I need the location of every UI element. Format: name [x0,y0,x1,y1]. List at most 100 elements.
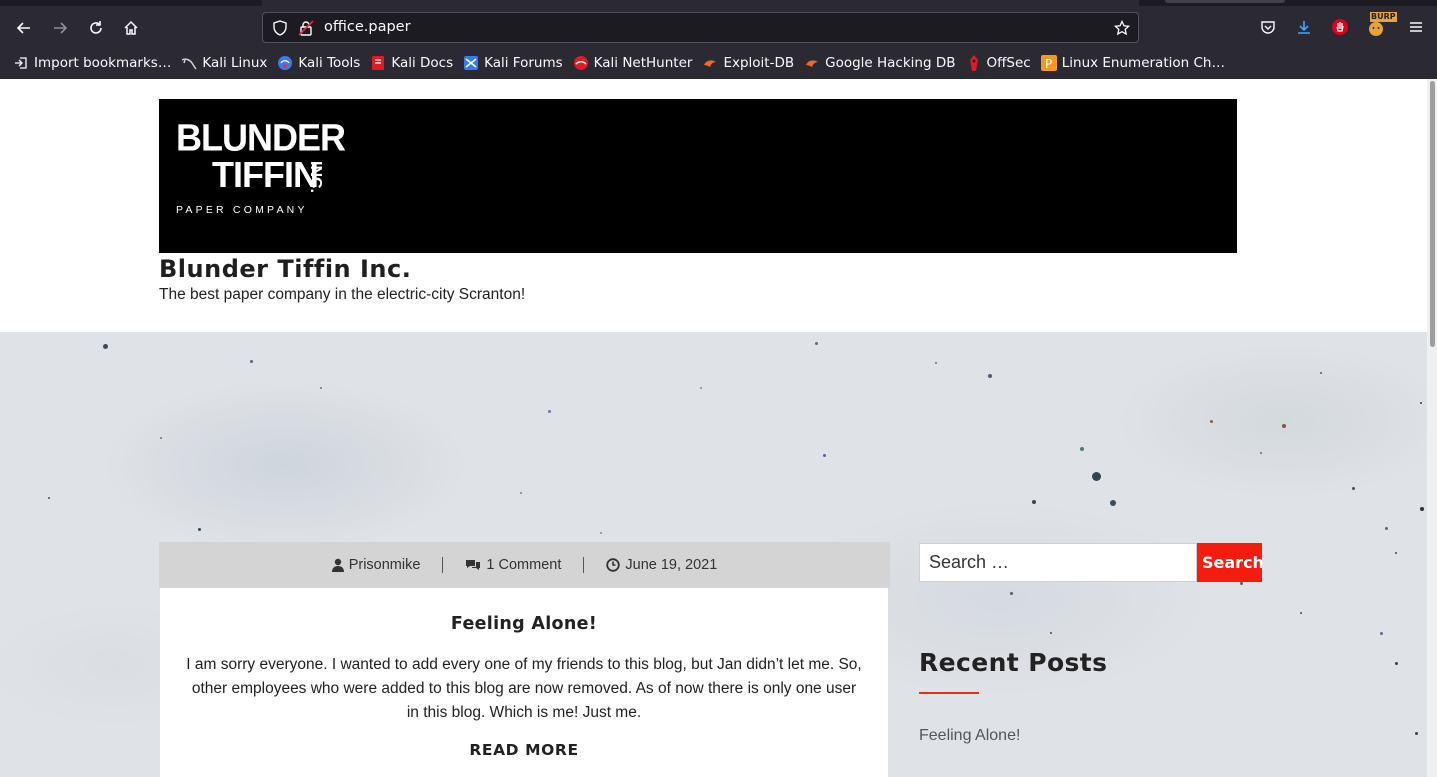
paper-speck [1092,472,1101,481]
pocket-button[interactable] [1256,15,1280,39]
widget-title-underline [919,692,979,694]
linux-enum-icon: P [1040,55,1057,71]
paper-speck [1032,500,1036,504]
paper-speck [1080,447,1084,451]
back-button[interactable] [10,14,38,42]
shield-icon[interactable] [271,19,289,37]
paper-speck [935,362,937,364]
search-field[interactable] [919,543,1197,582]
user-icon [331,558,344,572]
exploit-db-icon [702,55,718,71]
paper-speck [1010,592,1013,595]
bookmark-kali-forums[interactable]: Kali Forums [458,51,568,75]
post-author[interactable]: Prisonmike [310,557,443,573]
paper-speck [600,532,602,534]
page-scrollbar[interactable] [1427,79,1437,777]
paper-speck [198,528,201,531]
paper-speck [988,374,992,378]
bookmark-label: Linux Enumeration Ch… [1061,55,1225,71]
extension-button[interactable] [1328,15,1352,39]
active-tab-edge [262,0,1139,6]
browser-toolbar: office.paper BURP Import bookmarks… Kali… [0,0,1437,79]
bookmark-import[interactable]: Import bookmarks… [8,51,176,75]
post-card: Feeling Alone! I am sorry everyone. I wa… [160,588,888,777]
kali-dragon-icon [181,55,197,71]
paper-speck [160,437,162,439]
pocket-icon [1261,21,1275,34]
home-button[interactable] [117,14,145,42]
scrollbar-thumb[interactable] [1430,81,1435,347]
search-button[interactable]: Search [1197,543,1262,582]
reload-button[interactable] [82,14,110,42]
paper-speck [320,387,322,389]
bookmark-label: Exploit-DB [723,55,795,71]
bookmark-label: Kali Docs [391,55,454,71]
site-logo[interactable]: BLUNDER TIFFIN INC. PAPER COMPANY [175,116,350,217]
kali-forums-icon [463,55,479,71]
search-input[interactable] [929,552,1189,573]
paper-speck [1420,507,1424,511]
post-comments-count: 1 Comment [486,557,562,573]
paper-speck [1240,582,1243,585]
post-date[interactable]: June 19, 2021 [584,557,739,573]
logo-tagline: PAPER COMPANY [176,204,308,216]
downloads-button[interactable] [1292,15,1316,39]
paper-speck [1395,552,1397,554]
bookmark-google-hacking-db[interactable]: Google Hacking DB [799,51,960,75]
recent-posts-title: Recent Posts [919,648,1108,677]
paper-speck [1420,402,1422,404]
kali-docs-icon [370,55,386,71]
url-bar[interactable]: office.paper [262,12,1139,43]
recent-post-link[interactable]: Feeling Alone! [919,727,1020,745]
bookmark-kali-docs[interactable]: Kali Docs [365,51,458,75]
paper-speck [1110,500,1116,506]
bookmark-exploit-db[interactable]: Exploit-DB [697,51,799,75]
bookmark-offsec[interactable]: OffSec [961,51,1036,75]
burp-badge: BURP [1370,12,1397,22]
header-banner[interactable]: BLUNDER TIFFIN INC. PAPER COMPANY [159,99,1237,253]
paper-speck [1395,662,1398,665]
paper-speck [548,410,551,413]
tab-strip [0,0,1437,6]
paper-speck [520,492,522,494]
hamburger-menu-icon [1410,22,1422,32]
app-menu-button[interactable] [1404,15,1428,39]
site-description: The best paper company in the electric-c… [159,286,526,303]
bookmark-kali-tools[interactable]: Kali Tools [272,51,365,75]
inactive-tab-edge[interactable] [1165,0,1285,3]
post-meta-bar: Prisonmike 1 Comment June 19, 2021 [159,542,890,588]
insecure-lock-icon[interactable] [297,19,315,37]
logo-line-2: TIFFIN [212,154,319,195]
download-icon [1298,21,1310,34]
paper-speck [815,342,818,345]
ghdb-icon [804,55,820,71]
post-title[interactable]: Feeling Alone! [160,614,888,634]
bookmark-label: OffSec [986,55,1031,71]
bookmark-kali-nethunter[interactable]: Kali NetHunter [568,51,698,75]
nethunter-icon [573,55,589,71]
paper-speck [1282,424,1286,428]
bookmark-kali-linux[interactable]: Kali Linux [176,51,272,75]
forward-button[interactable] [46,14,74,42]
bookmark-label: Kali NetHunter [593,55,693,71]
bookmark-label: Import bookmarks… [34,55,172,71]
paper-speck [1210,420,1213,423]
bookmark-star-icon[interactable] [1112,18,1132,38]
read-more-link[interactable]: READ MORE [160,741,888,759]
url-text[interactable]: office.paper [324,19,411,35]
comments-icon [465,558,481,572]
post-comments[interactable]: 1 Comment [443,557,583,573]
paper-speck [103,344,108,349]
bookmark-linux-enumeration[interactable]: P Linux Enumeration Ch… [1036,51,1230,75]
site-title[interactable]: Blunder Tiffin Inc. [159,255,411,283]
burp-extension-button[interactable]: BURP [1364,12,1397,39]
post-date-text: June 19, 2021 [625,557,718,573]
paper-speck [1320,372,1322,374]
offsec-icon [966,55,982,71]
arrow-left-icon [16,22,30,34]
paper-speck [1380,632,1383,635]
arrow-right-icon [54,22,68,34]
paper-speck [48,497,50,499]
bookmark-label: Kali Forums [484,55,563,71]
bookmarks-toolbar: Import bookmarks… Kali Linux Kali Tools … [0,50,1437,76]
